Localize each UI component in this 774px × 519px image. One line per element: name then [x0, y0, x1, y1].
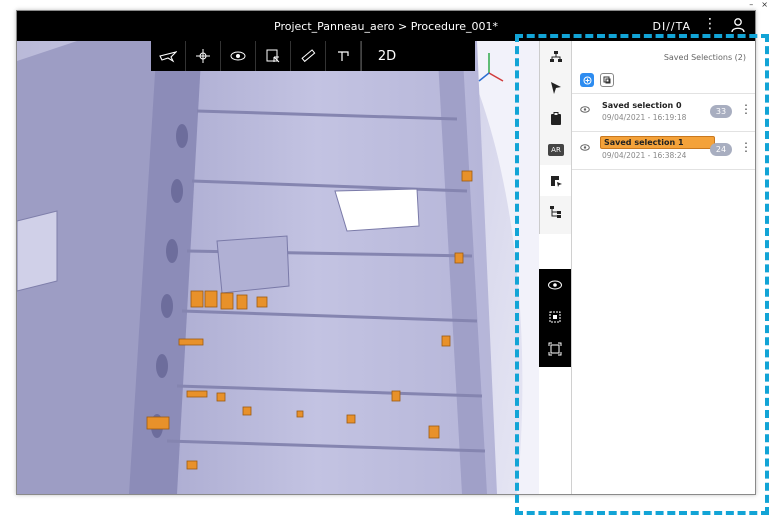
item-count-badge: 33: [710, 105, 732, 118]
selection-name-highlighted[interactable]: Saved selection 1: [600, 136, 715, 149]
saved-selections-panel: Saved Selections (2) Saved selection 0 0…: [571, 41, 755, 494]
add-selection-icon: [583, 76, 591, 84]
viewer-toolbar: 2D: [151, 41, 475, 71]
tree-structure-icon[interactable]: [540, 41, 572, 72]
eye-icon[interactable]: [580, 106, 590, 116]
3d-model-render: [17, 41, 539, 494]
select-pointer-icon[interactable]: [540, 72, 572, 103]
more-options-icon[interactable]: ⋮: [740, 140, 752, 154]
2d-mode-button[interactable]: 2D: [361, 41, 412, 71]
show-hide-icon[interactable]: [539, 269, 571, 301]
import-selection-button[interactable]: [600, 73, 614, 87]
list-item[interactable]: Saved selection 1 09/04/2021 - 16:38:24 …: [572, 131, 755, 170]
close-button[interactable]: ×: [761, 0, 768, 10]
create-selection-button[interactable]: [580, 73, 594, 87]
clipboard-icon[interactable]: [540, 103, 572, 134]
ar-mode-button[interactable]: AR: [540, 134, 572, 165]
ar-label: AR: [548, 143, 564, 156]
selection-name[interactable]: Saved selection 0: [602, 101, 682, 110]
more-options-icon[interactable]: ⋮: [740, 102, 752, 116]
title-bar: Project_Panneau_aero > Procedure_001* DI…: [17, 11, 755, 41]
isolate-icon[interactable]: [539, 301, 571, 333]
user-icon[interactable]: [731, 17, 745, 36]
copy-selection-icon: [603, 76, 611, 84]
selection-list: Saved selection 0 09/04/2021 - 16:19:18 …: [572, 93, 755, 170]
visibility-icon[interactable]: [221, 41, 256, 71]
item-count-badge: 24: [710, 143, 732, 156]
measure-icon[interactable]: [291, 41, 326, 71]
app-window: Project_Panneau_aero > Procedure_001* DI…: [16, 10, 756, 495]
document-title: Project_Panneau_aero > Procedure_001*: [274, 19, 498, 33]
selection-date: 09/04/2021 - 16:38:24: [602, 151, 687, 160]
view-tools-rail: [539, 269, 571, 367]
minimize-button[interactable]: –: [749, 0, 753, 10]
selection-date: 09/04/2021 - 16:19:18: [602, 113, 687, 122]
side-rail: AR: [539, 41, 573, 234]
fit-view-icon[interactable]: [539, 333, 571, 365]
3d-viewport[interactable]: [17, 41, 539, 494]
eye-icon[interactable]: [580, 144, 590, 154]
brand-logo: DI//TA: [652, 20, 691, 33]
save-view-icon[interactable]: [256, 41, 291, 71]
saved-selections-icon[interactable]: [540, 165, 572, 196]
panel-title: Saved Selections (2): [663, 53, 746, 62]
fly-mode-icon[interactable]: [151, 41, 186, 71]
list-item[interactable]: Saved selection 0 09/04/2021 - 16:19:18 …: [572, 93, 755, 131]
more-menu-icon[interactable]: ⋮: [703, 16, 717, 32]
window-controls: – ×: [708, 0, 774, 10]
hierarchy-icon[interactable]: [540, 196, 572, 227]
section-icon[interactable]: [326, 41, 361, 71]
panel-actions: [580, 73, 614, 87]
orbit-icon[interactable]: [186, 41, 221, 71]
